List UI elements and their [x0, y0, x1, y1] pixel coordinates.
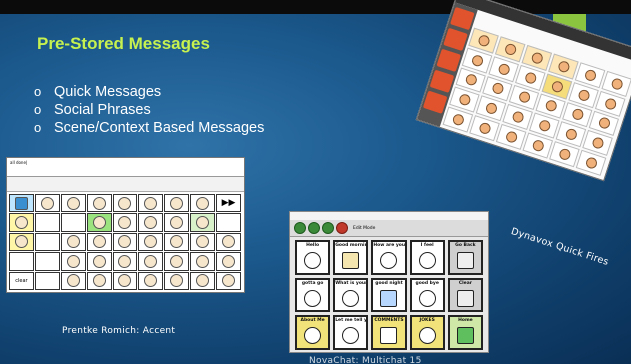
accent-cell [138, 271, 164, 290]
accent-cell [60, 252, 86, 271]
novachat-cell: How are you? [371, 240, 407, 275]
novachat-cell: About Me [295, 315, 331, 350]
accent-cell [190, 252, 216, 271]
accent-cell [9, 194, 34, 213]
top-bar [0, 0, 631, 14]
bullet-marker: o [34, 84, 42, 99]
accent-cell [86, 252, 112, 271]
accent-cell [112, 252, 138, 271]
accent-cell [164, 194, 190, 213]
accent-message-text: all done| [10, 160, 28, 165]
accent-cell [138, 252, 164, 271]
novachat-cell: What is your name? [333, 277, 369, 313]
accent-cell [86, 271, 112, 290]
bullet-marker: o [34, 102, 42, 117]
accent-cell [112, 232, 138, 252]
accent-grid: ▶▶ clear [9, 194, 241, 290]
accent-cell [164, 232, 190, 252]
novachat-cell: Clear [447, 277, 483, 313]
bullet-text: Social Phrases [54, 102, 151, 118]
accent-cell [112, 271, 138, 290]
accent-cell [9, 213, 34, 232]
forward-circle-icon [308, 222, 320, 234]
novachat-cell: I feel [409, 240, 445, 275]
accent-cell [138, 213, 164, 232]
accent-cell [60, 232, 86, 252]
novachat-cell: good night [371, 277, 407, 313]
accent-toolbar [7, 177, 244, 192]
novachat-toolbar: Edit Mode [290, 220, 488, 237]
novachat-cell: COMMENTS [371, 315, 407, 350]
accent-cell [9, 252, 34, 271]
dynavox-tab [450, 6, 475, 31]
accent-cell [216, 252, 241, 271]
accent-cell [190, 232, 216, 252]
accent-screenshot: all done| ▶▶ clear [6, 157, 245, 293]
dynavox-tab [422, 90, 448, 114]
dynavox-tab [443, 27, 468, 52]
novachat-cell: Home [447, 315, 483, 350]
stop-circle-icon [336, 222, 348, 234]
novachat-cell: Hello [295, 240, 331, 275]
dynavox-tab [429, 69, 455, 93]
slide-title: Pre-Stored Messages [37, 34, 210, 53]
accent-cell [112, 194, 138, 213]
accent-cell [60, 213, 86, 232]
accent-cell [190, 271, 216, 290]
bullet-list: o Quick Messages o Social Phrases o Scene/C… [34, 83, 264, 137]
back-circle-icon [294, 222, 306, 234]
bullet-text: Quick Messages [54, 84, 162, 100]
caption-dynavox: Dynavox Quick Fires [509, 226, 611, 269]
accent-cell [190, 194, 216, 213]
accent-cell [164, 271, 190, 290]
accent-cell [34, 213, 60, 232]
slide: Pre-Stored Messages 2 oQuick Messages oS… [0, 0, 631, 364]
accent-cell [9, 232, 34, 252]
accent-cell [34, 194, 60, 213]
bullet-marker: o [34, 120, 42, 135]
dynavox-screenshot [415, 0, 631, 182]
accent-cell [138, 194, 164, 213]
novachat-screenshot: Edit Mode Hello Good morning How are you… [289, 211, 489, 353]
novachat-cell: Go Back [447, 240, 483, 275]
accent-cell [216, 213, 241, 232]
bullet-text: Scene/Context Based Messages [54, 120, 265, 136]
caption-accent: Prentke Romich: Accent [62, 326, 176, 336]
accent-clear-cell: clear [9, 271, 34, 290]
accent-cell [86, 232, 112, 252]
bullet-item: o Scene/Context Based Messages [34, 119, 264, 137]
accent-cell [216, 232, 241, 252]
dynavox-tab [436, 48, 462, 73]
accent-cell [60, 194, 86, 213]
novachat-cell: gotta go [295, 277, 331, 313]
novachat-toolbar-label: Edit Mode [353, 225, 376, 231]
novachat-cell: Let me tell you about [333, 315, 369, 350]
accent-cell [190, 213, 216, 232]
accent-cell [138, 232, 164, 252]
accent-cell [164, 213, 190, 232]
novachat-cell: good bye [409, 277, 445, 313]
novachat-cell: JOKES [409, 315, 445, 350]
forward-arrow-icon: ▶▶ [216, 194, 241, 213]
accent-cell [216, 271, 241, 290]
accent-message-bar: all done| [7, 158, 244, 177]
accent-cell [60, 271, 86, 290]
bullet-item: o Social Phrases [34, 101, 264, 119]
novachat-cell: Good morning [333, 240, 369, 275]
accent-cell [112, 213, 138, 232]
accent-cell [86, 213, 112, 232]
caption-novachat: NovaChat: Multichat 15 [309, 356, 422, 364]
accent-cell [34, 252, 60, 271]
home-circle-icon [322, 222, 334, 234]
bullet-item: o Quick Messages [34, 83, 264, 101]
accent-cell [164, 252, 190, 271]
accent-cell [34, 232, 60, 252]
novachat-grid: Hello Good morning How are you? I feel G… [295, 240, 483, 350]
accent-cell [86, 194, 112, 213]
accent-cell [34, 271, 60, 290]
